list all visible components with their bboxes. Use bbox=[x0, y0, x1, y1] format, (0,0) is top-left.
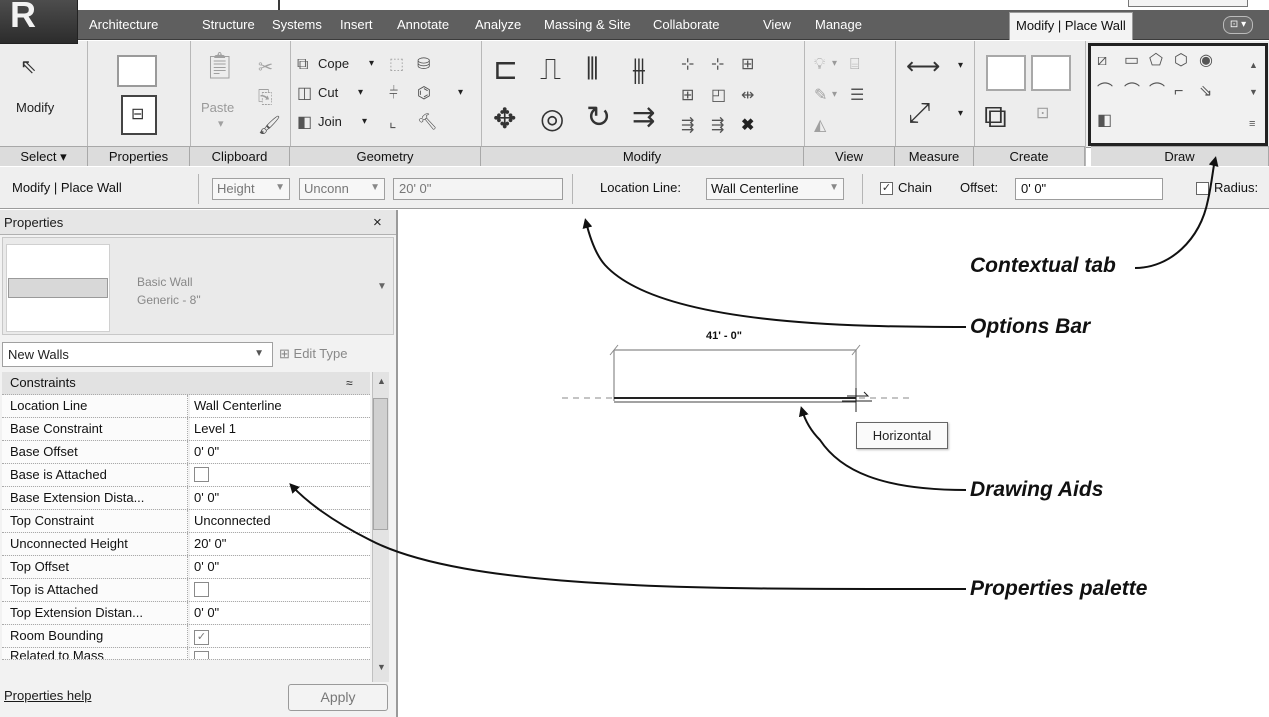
drawing-aids-callout: Drawing Aids bbox=[970, 478, 1104, 501]
wall-preview bbox=[562, 344, 912, 412]
options-bar-callout: Options Bar bbox=[970, 315, 1091, 338]
contextual-tab-callout-arrow bbox=[1134, 156, 1219, 269]
properties-palette-callout: Properties palette bbox=[970, 577, 1148, 600]
revit-logo-icon: R bbox=[10, 0, 36, 35]
drawing-aids-callout-arrow bbox=[798, 406, 967, 491]
contextual-tab-callout: Contextual tab bbox=[970, 254, 1116, 277]
options-bar-callout-arrow bbox=[582, 218, 967, 328]
annotation-overlay bbox=[289, 156, 1219, 591]
application-menu-button[interactable]: R bbox=[0, 0, 78, 44]
properties-palette-callout-arrow bbox=[289, 483, 967, 591]
